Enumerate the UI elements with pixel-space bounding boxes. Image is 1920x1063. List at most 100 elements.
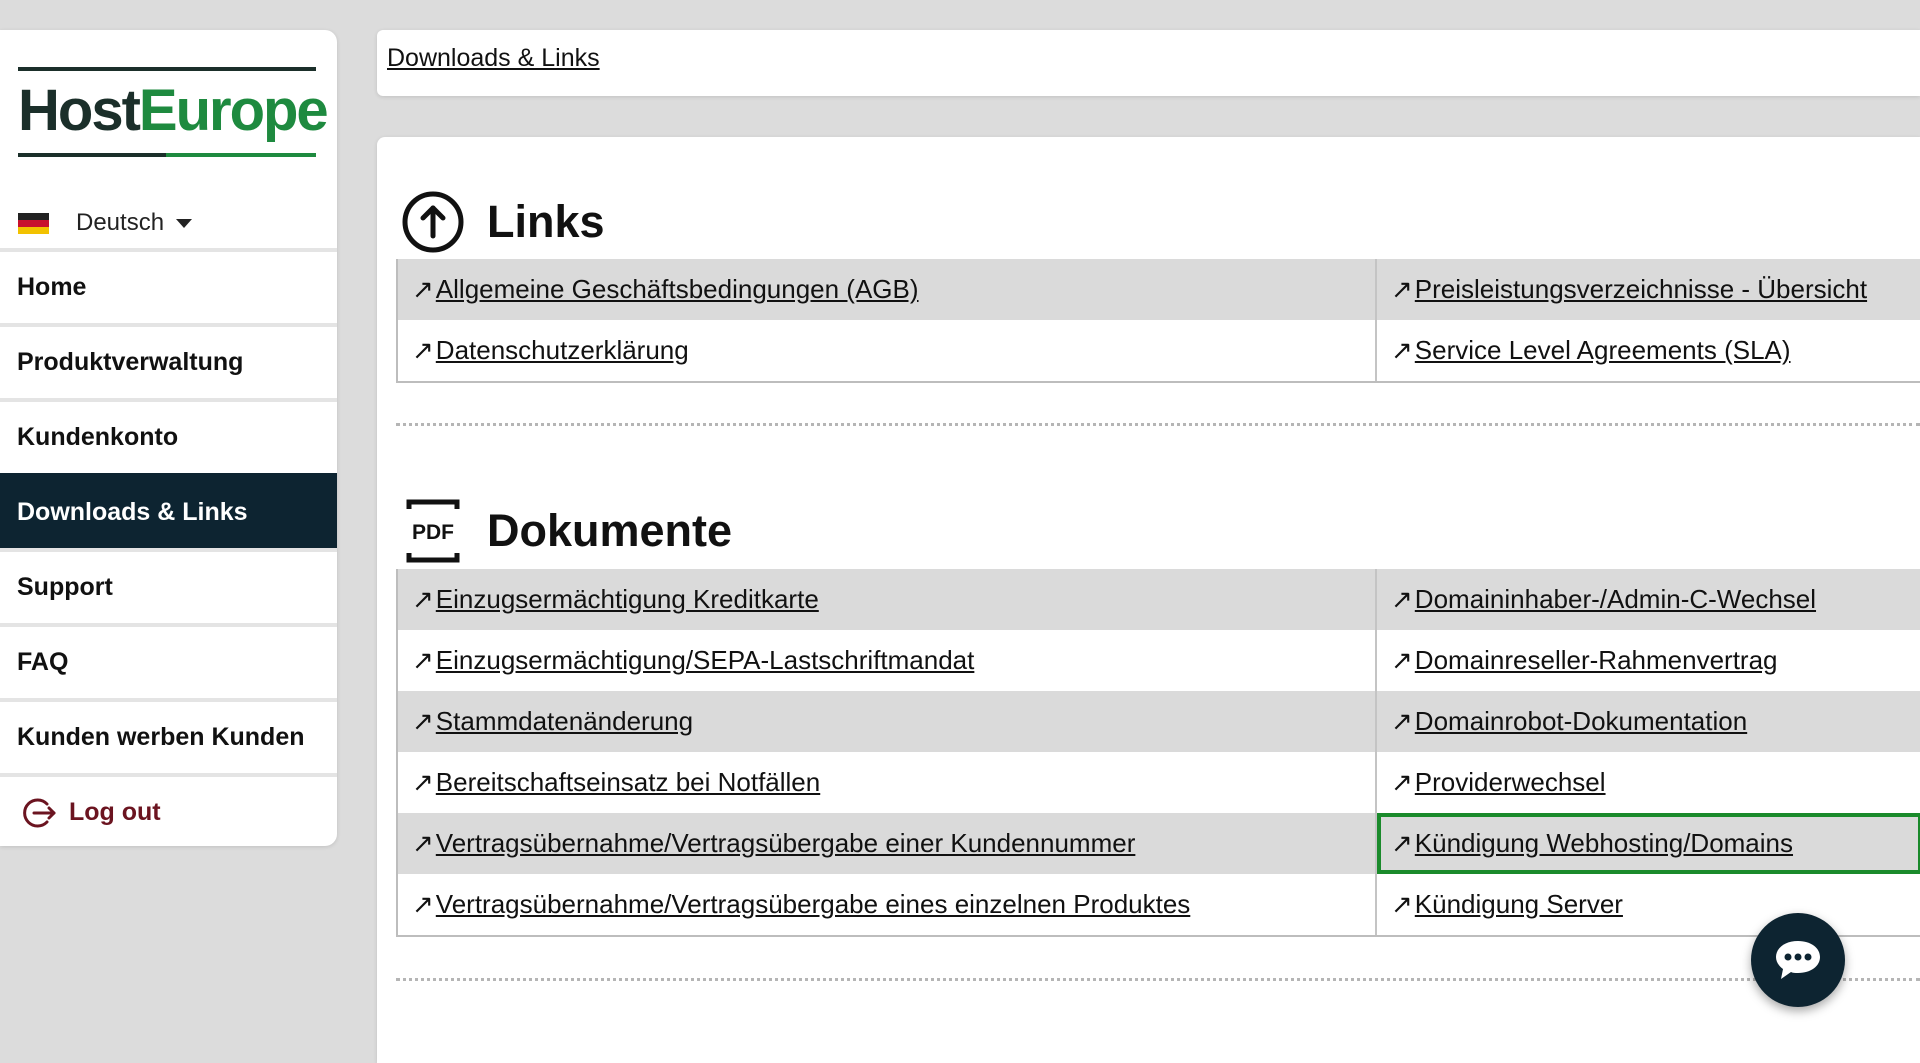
language-selector[interactable]: Deutsch bbox=[18, 198, 193, 248]
link-sepa-lastschriftmandat[interactable]: Einzugsermächtigung/SEPA-Lastschriftmand… bbox=[436, 645, 975, 676]
sidebar-item-home[interactable]: Home bbox=[0, 248, 337, 323]
breadcrumb-link[interactable]: Downloads & Links bbox=[387, 44, 600, 73]
link-cell[interactable]: ↗ Domainrobot-Dokumentation bbox=[1377, 691, 1920, 752]
link-cell[interactable]: ↗ Stammdatenänderung bbox=[398, 691, 1377, 752]
sidebar-item-kunden-werben-kunden[interactable]: Kunden werben Kunden bbox=[0, 698, 337, 773]
link-cell[interactable]: ↗ Datenschutzerklärung bbox=[398, 320, 1377, 381]
link-kuendigung-server[interactable]: Kündigung Server bbox=[1415, 889, 1623, 920]
logout-icon bbox=[23, 798, 56, 827]
link-cell[interactable]: ↗ Providerwechsel bbox=[1377, 752, 1920, 813]
external-link-icon: ↗ bbox=[412, 828, 434, 858]
table-row: ↗ Vertragsübernahme/Vertragsübergabe eine… bbox=[398, 813, 1920, 874]
link-cell[interactable]: ↗ Bereitschaftseinsatz bei Notfällen bbox=[398, 752, 1377, 813]
external-link-icon: ↗ bbox=[1391, 584, 1413, 614]
link-cell[interactable]: ↗ Allgemeine Geschäftsbedingungen (AGB) bbox=[398, 259, 1377, 320]
sidebar-item-faq[interactable]: FAQ bbox=[0, 623, 337, 698]
logo-bar-bottom bbox=[18, 153, 316, 157]
table-row: ↗ Vertragsübernahme/Vertragsübergabe eine… bbox=[398, 874, 1920, 935]
table-row: ↗ Datenschutzerklärung ↗ Service Level Agr… bbox=[398, 320, 1920, 381]
link-cell[interactable]: ↗ Domaininhaber-/Admin-C-Wechsel bbox=[1377, 569, 1920, 630]
sidebar-item-label: Support bbox=[17, 573, 113, 601]
chat-button[interactable] bbox=[1751, 913, 1845, 1007]
de-flag-icon bbox=[18, 212, 49, 234]
pdf-icon-text: PDF bbox=[412, 521, 454, 544]
links-table: ↗ Allgemeine Geschäftsbedingungen (AGB) ↗… bbox=[396, 259, 1920, 383]
external-link-icon: ↗ bbox=[412, 645, 434, 675]
sidebar-item-label: Downloads & Links bbox=[17, 498, 248, 526]
links-heading: Links bbox=[401, 190, 605, 254]
breadcrumb: Downloads & Links bbox=[377, 30, 1920, 96]
logout-button[interactable]: Log out bbox=[0, 773, 337, 846]
host-europe-logo[interactable]: HostEurope bbox=[18, 67, 329, 157]
sidebar-item-support[interactable]: Support bbox=[0, 548, 337, 623]
documents-heading: PDF Dokumente bbox=[401, 499, 732, 563]
logo-part-europe: Europe bbox=[138, 78, 329, 143]
section-divider bbox=[396, 978, 1920, 981]
documents-table: ↗ Einzugsermächtigung Kreditkarte ↗ Domain… bbox=[396, 569, 1920, 937]
link-vertragsuebernahme-kundennummer[interactable]: Vertragsübernahme/Vertragsübergabe einer… bbox=[436, 828, 1136, 859]
link-cell[interactable]: ↗ Einzugsermächtigung Kreditkarte bbox=[398, 569, 1377, 630]
sidebar-item-downloads-links[interactable]: Downloads & Links bbox=[0, 473, 337, 548]
link-domaininhaber-wechsel[interactable]: Domaininhaber-/Admin-C-Wechsel bbox=[1415, 584, 1816, 615]
sidebar-item-produktverwaltung[interactable]: Produktverwaltung bbox=[0, 323, 337, 398]
language-label: Deutsch bbox=[76, 209, 165, 236]
link-stammdatenaenderung[interactable]: Stammdatenänderung bbox=[436, 706, 693, 737]
main-content: Links ↗ Allgemeine Geschäftsbedingungen (… bbox=[377, 137, 1920, 1063]
logout-label: Log out bbox=[69, 798, 161, 826]
external-link-icon: ↗ bbox=[412, 335, 434, 365]
link-cell-highlighted[interactable]: ↗ Kündigung Webhosting/Domains bbox=[1377, 813, 1920, 874]
section-title-links: Links bbox=[487, 196, 605, 247]
external-link-icon: ↗ bbox=[412, 767, 434, 797]
link-agb[interactable]: Allgemeine Geschäftsbedingungen (AGB) bbox=[436, 274, 919, 305]
pdf-icon: PDF bbox=[406, 499, 460, 563]
link-cell[interactable]: ↗ Preisleistungsverzeichnisse - Übersicht bbox=[1377, 259, 1920, 320]
link-cell[interactable]: ↗ Vertragsübernahme/Vertragsübergabe eine… bbox=[398, 874, 1377, 935]
external-link-icon: ↗ bbox=[412, 584, 434, 614]
link-vertragsuebernahme-produkt[interactable]: Vertragsübernahme/Vertragsübergabe eines… bbox=[436, 889, 1191, 920]
link-preisleistungsverzeichnisse[interactable]: Preisleistungsverzeichnisse - Übersicht bbox=[1415, 274, 1867, 305]
table-row: ↗ Einzugsermächtigung Kreditkarte ↗ Domain… bbox=[398, 569, 1920, 630]
link-cell[interactable]: ↗ Service Level Agreements (SLA) bbox=[1377, 320, 1920, 381]
sidebar-item-label: FAQ bbox=[17, 648, 69, 676]
table-row: ↗ Stammdatenänderung ↗ Domainrobot-Dokumen… bbox=[398, 691, 1920, 752]
external-link-icon: ↗ bbox=[1391, 274, 1413, 304]
link-cell[interactable]: ↗ Vertragsübernahme/Vertragsübergabe eine… bbox=[398, 813, 1377, 874]
logo-bar-top bbox=[18, 67, 316, 71]
sidebar-menu: Home Produktverwaltung Kundenkonto Downl… bbox=[0, 248, 337, 846]
external-link-icon: ↗ bbox=[412, 889, 434, 919]
caret-down-icon bbox=[176, 218, 193, 228]
chat-bubble-icon bbox=[1776, 941, 1820, 979]
link-cell[interactable]: ↗ Domainreseller-Rahmenvertrag bbox=[1377, 630, 1920, 691]
link-providerwechsel[interactable]: Providerwechsel bbox=[1415, 767, 1606, 798]
logo-text: HostEurope bbox=[18, 78, 329, 143]
external-link-icon: ↗ bbox=[1391, 828, 1413, 858]
table-row: ↗ Bereitschaftseinsatz bei Notfällen ↗ Pro… bbox=[398, 752, 1920, 813]
link-sla[interactable]: Service Level Agreements (SLA) bbox=[1415, 335, 1791, 366]
link-cell[interactable]: ↗ Kündigung Server bbox=[1377, 874, 1920, 935]
link-domainreseller-rahmenvertrag[interactable]: Domainreseller-Rahmenvertrag bbox=[1415, 645, 1778, 676]
arrow-up-circle-icon bbox=[402, 191, 464, 253]
external-link-icon: ↗ bbox=[1391, 889, 1413, 919]
external-link-icon: ↗ bbox=[1391, 706, 1413, 736]
external-link-icon: ↗ bbox=[412, 274, 434, 304]
external-link-icon: ↗ bbox=[1391, 335, 1413, 365]
link-domainrobot-dokumentation[interactable]: Domainrobot-Dokumentation bbox=[1415, 706, 1747, 737]
sidebar-item-label: Kunden werben Kunden bbox=[17, 723, 305, 751]
link-datenschutz[interactable]: Datenschutzerklärung bbox=[436, 335, 689, 366]
sidebar: HostEurope Deutsch Home Produktverwaltun… bbox=[0, 30, 337, 846]
logo-part-host: Host bbox=[18, 78, 141, 143]
sidebar-item-label: Home bbox=[17, 273, 87, 301]
sidebar-item-label: Kundenkonto bbox=[17, 423, 179, 451]
table-row: ↗ Einzugsermächtigung/SEPA-Lastschriftman… bbox=[398, 630, 1920, 691]
section-title-dokumente: Dokumente bbox=[487, 505, 733, 556]
link-cell[interactable]: ↗ Einzugsermächtigung/SEPA-Lastschriftman… bbox=[398, 630, 1377, 691]
link-kuendigung-webhosting-domains[interactable]: Kündigung Webhosting/Domains bbox=[1415, 828, 1793, 859]
link-bereitschaftseinsatz[interactable]: Bereitschaftseinsatz bei Notfällen bbox=[436, 767, 820, 798]
external-link-icon: ↗ bbox=[1391, 645, 1413, 675]
link-einzugsermaechtigung-kreditkarte[interactable]: Einzugsermächtigung Kreditkarte bbox=[436, 584, 819, 615]
external-link-icon: ↗ bbox=[1391, 767, 1413, 797]
table-row: ↗ Allgemeine Geschäftsbedingungen (AGB) ↗… bbox=[398, 259, 1920, 320]
sidebar-item-kundenkonto[interactable]: Kundenkonto bbox=[0, 398, 337, 473]
external-link-icon: ↗ bbox=[412, 706, 434, 736]
sidebar-item-label: Produktverwaltung bbox=[17, 348, 244, 376]
